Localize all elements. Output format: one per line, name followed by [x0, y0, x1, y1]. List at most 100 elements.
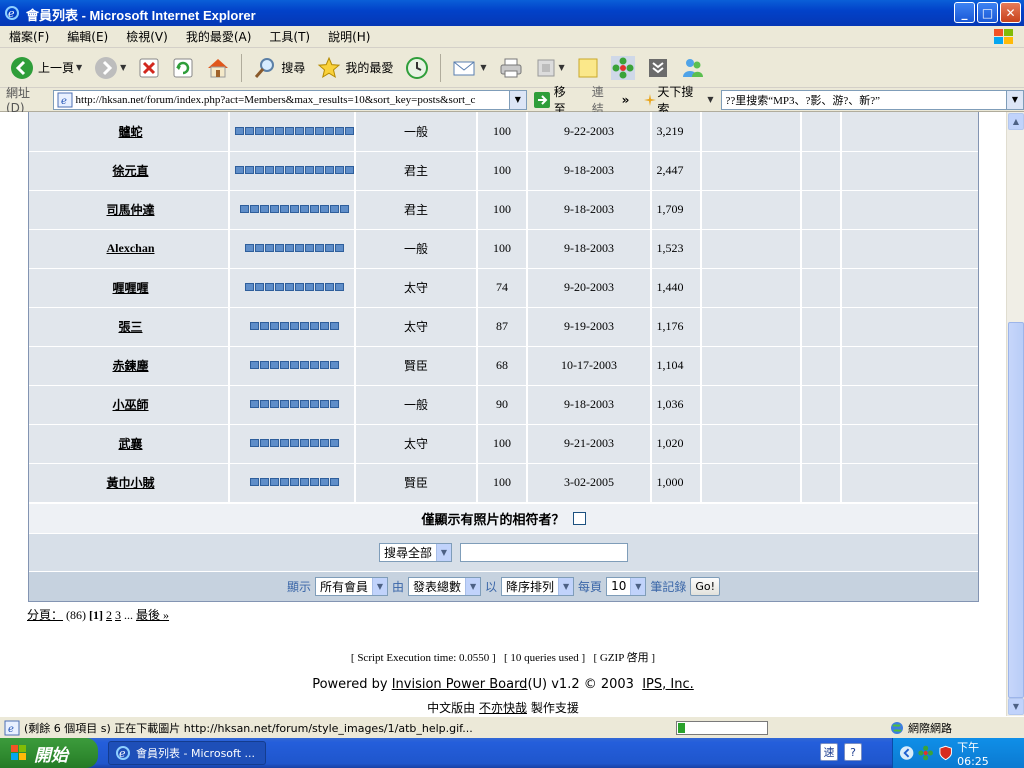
member-rating-cell: 87 [477, 307, 528, 347]
ips-link[interactable]: IPS, Inc. [642, 677, 694, 692]
member-name-cell: 武襄 [29, 424, 230, 464]
member-name-link[interactable]: Alexchan [107, 241, 155, 255]
member-name-link[interactable]: 黃巾小賊 [106, 476, 154, 490]
member-name-link[interactable]: 赤鍊塵 [112, 359, 148, 373]
filter-go-button[interactable]: Go! [690, 576, 721, 596]
menu-edit[interactable]: 編輯(E) [58, 28, 117, 45]
rank-pip-icon [324, 166, 334, 174]
member-rating-cell: 100 [477, 112, 528, 152]
history-button[interactable] [401, 52, 433, 84]
close-button[interactable]: ✕ [1000, 2, 1021, 23]
star-icon [318, 56, 341, 78]
edit-button[interactable]: ▼ [531, 52, 569, 84]
translator-link[interactable]: 不亦快哉 [479, 701, 527, 715]
start-button[interactable]: 開始 [0, 738, 98, 768]
member-name-link[interactable]: 徐元直 [112, 164, 148, 178]
forward-dropdown-icon[interactable]: ▼ [120, 63, 126, 72]
photo-only-checkbox[interactable] [572, 511, 586, 525]
pager-last-link[interactable]: 最後 » [136, 608, 169, 622]
rank-pip-icon [329, 361, 339, 369]
scroll-down-icon[interactable]: ▼ [1008, 698, 1024, 715]
help-icon[interactable]: ? [844, 743, 862, 761]
ie-icon: e [5, 6, 19, 20]
favorites-label: 我的最愛 [345, 61, 394, 75]
web-search-input[interactable]: ??里搜索“MP3、?影、游?、新?” [721, 89, 1008, 110]
table-row: 徐元直 君主 100 9-18-2003 2,447 [29, 151, 978, 191]
address-dropdown[interactable]: ▼ [509, 89, 527, 110]
back-button[interactable]: 上一頁 ▼ [6, 52, 86, 84]
member-name-link[interactable]: 髗蛇 [118, 125, 142, 139]
rank-pip-icon [334, 126, 344, 135]
member-joined-cell: 9-18-2003 [527, 190, 652, 230]
member-extra-cell [841, 424, 978, 464]
member-joined-cell: 9-19-2003 [527, 307, 652, 347]
member-extra-cell [701, 463, 802, 503]
member-name-link[interactable]: 小巫師 [112, 398, 148, 412]
rank-pip-icon [334, 166, 344, 174]
rank-pips [244, 244, 344, 252]
shield-icon[interactable] [938, 745, 953, 761]
member-name-link[interactable]: 張三 [118, 320, 142, 334]
sort-order-select[interactable]: 降序排列 ▼ [501, 576, 575, 596]
pager-link-3[interactable]: 3 [115, 608, 121, 622]
member-extra-cell [801, 463, 842, 503]
edit-dropdown-icon[interactable]: ▼ [559, 63, 565, 72]
member-search-input[interactable] [460, 542, 628, 562]
input-method-icon[interactable]: 速 [820, 743, 838, 761]
taskbar-window-button[interactable]: e 會員列表 - Microsoft ... [108, 741, 266, 765]
icq-button[interactable] [607, 52, 639, 84]
scroll-up-icon[interactable]: ▲ [1008, 113, 1024, 130]
back-dropdown-icon[interactable]: ▼ [76, 63, 82, 72]
ipb-link[interactable]: Invision Power Board [392, 677, 528, 692]
menu-help[interactable]: 說明(H) [319, 28, 379, 45]
member-group-cell: 一般 [355, 112, 478, 152]
minimize-button[interactable]: _ [954, 2, 975, 23]
search-scope-select[interactable]: 搜尋全部 ▼ [378, 542, 452, 562]
windows-flag-icon [11, 745, 26, 760]
member-name-link[interactable]: 司馬仲達 [106, 203, 154, 217]
rank-pip-icon [344, 166, 354, 174]
window-title: 會員列表 - Microsoft Internet Explorer [26, 8, 256, 23]
member-extra-cell [701, 151, 802, 191]
messenger-button[interactable] [677, 52, 709, 84]
web-search-dropdown[interactable]: ▼ [1007, 89, 1024, 110]
discuss-button[interactable] [573, 52, 603, 84]
refresh-button[interactable] [168, 52, 198, 84]
menu-favorites[interactable]: 我的最愛(A) [177, 28, 261, 45]
stop-button[interactable] [134, 52, 164, 84]
tray-back-icon[interactable] [899, 745, 914, 761]
favorites-button[interactable]: 我的最愛 [313, 52, 397, 84]
mail-button[interactable]: ▼ [448, 52, 490, 84]
search-brand-dropdown-icon[interactable]: ▼ [707, 95, 713, 104]
maximize-button[interactable]: □ [977, 2, 998, 23]
member-extra-cell [801, 268, 842, 308]
member-name-link[interactable]: 武襄 [118, 437, 142, 451]
svg-text:e: e [119, 747, 126, 760]
rank-pip-icon [294, 244, 304, 252]
member-extra-cell [701, 229, 802, 269]
pager-link-2[interactable]: 2 [106, 608, 112, 622]
member-name-cell: 張三 [29, 307, 230, 347]
menu-view[interactable]: 檢視(V) [117, 28, 177, 45]
vertical-scrollbar[interactable]: ▲ ▼ [1006, 112, 1024, 716]
chevron-icon[interactable]: » [622, 93, 630, 107]
rank-pip-icon [269, 361, 279, 369]
home-button[interactable] [202, 52, 234, 84]
forward-button[interactable]: ▼ [90, 52, 130, 84]
scrollbar-thumb[interactable] [1008, 322, 1024, 698]
print-button[interactable] [495, 52, 527, 84]
mail-dropdown-icon[interactable]: ▼ [480, 63, 486, 72]
menu-tools[interactable]: 工具(T) [260, 28, 319, 45]
menu-file[interactable]: 檔案(F) [0, 28, 58, 45]
page-icon: e [57, 92, 73, 107]
member-name-cell: 徐元直 [29, 151, 230, 191]
sort-key-value: 發表總數 [413, 579, 462, 594]
address-input[interactable]: e http://hksan.net/forum/index.php?act=M… [52, 89, 510, 110]
search-button[interactable]: 搜尋 [249, 52, 309, 84]
sort-key-select[interactable]: 發表總數 ▼ [408, 576, 482, 596]
member-name-link[interactable]: 喱喱喱 [112, 281, 148, 295]
per-page-select[interactable]: 10 ▼ [606, 576, 647, 596]
archive-button[interactable] [643, 52, 673, 84]
group-select[interactable]: 所有會員 ▼ [314, 576, 388, 596]
icq-flower-icon[interactable] [918, 745, 934, 761]
